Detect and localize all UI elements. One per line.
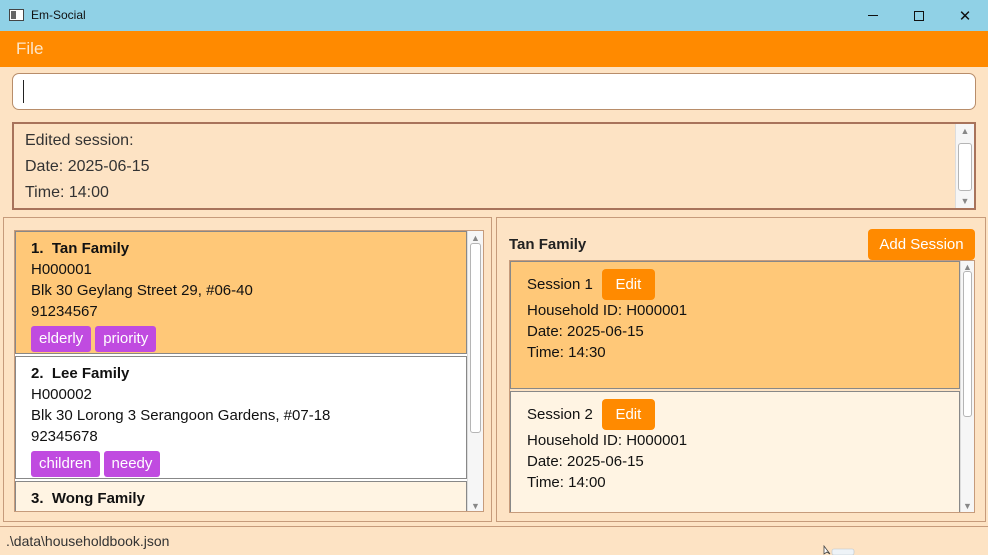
household-card[interactable]: 3. Wong Family bbox=[15, 481, 467, 511]
household-list: 1. Tan Family H000001 Blk 30 Geylang Str… bbox=[14, 230, 484, 512]
close-icon: ✕ bbox=[958, 7, 972, 25]
scroll-thumb[interactable] bbox=[958, 143, 972, 191]
household-card[interactable]: 1. Tan Family H000001 Blk 30 Geylang Str… bbox=[15, 231, 467, 354]
scroll-down-icon[interactable]: ▼ bbox=[956, 196, 974, 206]
session-list: Session 1 Edit Household ID: H000001 Dat… bbox=[509, 260, 975, 513]
list-scrollbar[interactable]: ▲ ▼ bbox=[467, 231, 483, 511]
scroll-up-icon[interactable]: ▲ bbox=[956, 126, 974, 136]
session-header: Session 2 Edit bbox=[527, 398, 943, 430]
household-name-line: 3. Wong Family bbox=[31, 490, 145, 507]
household-id: H000002 bbox=[31, 386, 92, 403]
scroll-up-icon[interactable]: ▲ bbox=[468, 233, 483, 243]
add-session-button[interactable]: Add Session bbox=[868, 229, 975, 260]
scroll-thumb[interactable] bbox=[470, 243, 481, 433]
session-card[interactable]: Session 2 Edit Household ID: H000001 Dat… bbox=[510, 391, 960, 512]
session-label: Session 2 bbox=[527, 405, 593, 423]
maximize-icon bbox=[914, 10, 924, 21]
close-button[interactable]: ✕ bbox=[942, 0, 988, 31]
text-caret bbox=[23, 80, 24, 103]
session-header: Session 1 Edit bbox=[527, 268, 943, 300]
session-scrollbar[interactable]: ▲ ▼ bbox=[960, 261, 974, 512]
tag: elderly bbox=[31, 326, 92, 352]
session-time: Time: 14:00 bbox=[527, 474, 606, 491]
menu-bar: File bbox=[0, 31, 988, 67]
edit-session-button[interactable]: Edit bbox=[601, 268, 655, 300]
tag-list: children needy bbox=[31, 451, 451, 477]
minimize-icon bbox=[868, 15, 878, 16]
tag: needy bbox=[103, 451, 161, 477]
title-bar: Em-Social ✕ bbox=[0, 0, 988, 31]
session-household-id: Household ID: H000001 bbox=[527, 432, 688, 449]
household-name: Tan Family bbox=[51, 240, 130, 257]
minimize-button[interactable] bbox=[850, 0, 896, 31]
status-file-path: .\data\householdbook.json bbox=[6, 533, 170, 549]
scroll-down-icon[interactable]: ▼ bbox=[468, 501, 483, 511]
selected-household-title: Tan Family bbox=[509, 236, 587, 253]
household-phone: 92345678 bbox=[31, 428, 98, 445]
household-name-line: 1. Tan Family bbox=[31, 240, 130, 257]
session-date: Date: 2025-06-15 bbox=[527, 453, 644, 470]
command-input[interactable] bbox=[12, 73, 976, 110]
session-label: Session 1 bbox=[527, 275, 593, 293]
household-name: Wong Family bbox=[51, 490, 145, 507]
result-line: Edited session: bbox=[25, 132, 134, 149]
mouse-pointer-icon bbox=[823, 545, 855, 555]
result-scrollbar[interactable]: ▲ ▼ bbox=[955, 124, 974, 208]
household-address: Blk 30 Geylang Street 29, #06-40 bbox=[31, 282, 253, 299]
session-card[interactable]: Session 1 Edit Household ID: H000001 Dat… bbox=[510, 261, 960, 389]
tag-list: elderly priority bbox=[31, 326, 451, 352]
household-id: H000001 bbox=[31, 261, 92, 278]
window-title: Em-Social bbox=[31, 8, 86, 22]
tag: priority bbox=[95, 326, 157, 352]
household-list-panel: 1. Tan Family H000001 Blk 30 Geylang Str… bbox=[3, 217, 492, 522]
session-time: Time: 14:30 bbox=[527, 344, 606, 361]
session-date: Date: 2025-06-15 bbox=[527, 323, 644, 340]
scroll-thumb[interactable] bbox=[963, 271, 972, 417]
result-display: Edited session: Date: 2025-06-15 Time: 1… bbox=[12, 122, 976, 210]
household-name: Lee Family bbox=[51, 365, 130, 382]
household-phone: 91234567 bbox=[31, 303, 98, 320]
household-card[interactable]: 2. Lee Family H000002 Blk 30 Lorong 3 Se… bbox=[15, 356, 467, 479]
session-panel: Tan Family Add Session Session 1 Edit Ho… bbox=[496, 217, 986, 522]
household-address: Blk 30 Lorong 3 Serangoon Gardens, #07-1… bbox=[31, 407, 331, 424]
menu-file[interactable]: File bbox=[16, 39, 43, 59]
app-icon bbox=[9, 9, 24, 21]
result-line: Date: 2025-06-15 bbox=[25, 158, 150, 175]
session-household-id: Household ID: H000001 bbox=[527, 302, 688, 319]
edit-session-button[interactable]: Edit bbox=[601, 398, 655, 430]
household-name-line: 2. Lee Family bbox=[31, 365, 130, 382]
result-text: Edited session: Date: 2025-06-15 Time: 1… bbox=[25, 128, 150, 206]
scroll-down-icon[interactable]: ▼ bbox=[961, 501, 974, 511]
result-line: Time: 14:00 bbox=[25, 184, 109, 201]
tag: children bbox=[31, 451, 100, 477]
maximize-button[interactable] bbox=[896, 0, 942, 31]
